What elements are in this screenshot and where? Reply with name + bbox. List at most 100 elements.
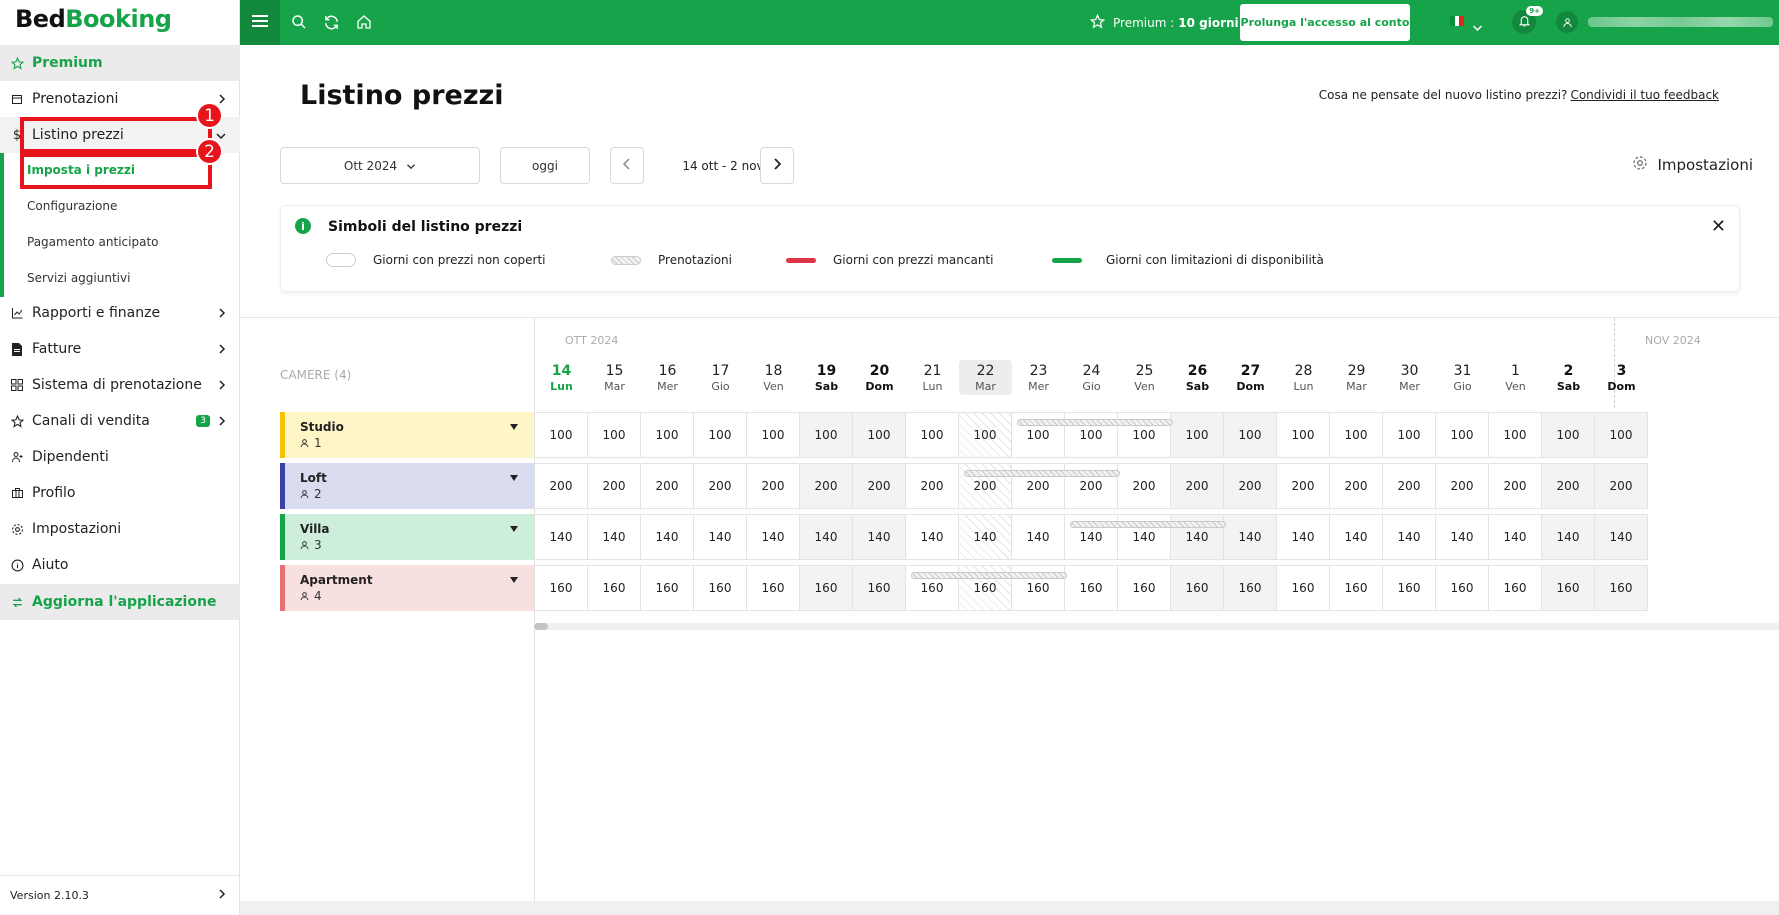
price-cell[interactable]: 100 — [1224, 412, 1277, 458]
day-header[interactable]: 21 Lun — [906, 363, 959, 393]
day-header[interactable]: 29 Mar — [1330, 363, 1383, 393]
price-cell[interactable]: 200 — [800, 463, 853, 509]
price-cell[interactable]: 160 — [588, 565, 641, 611]
price-cell[interactable]: 200 — [1277, 463, 1330, 509]
scroll-thumb[interactable] — [534, 623, 548, 630]
price-cell[interactable]: 100 — [747, 412, 800, 458]
price-cell[interactable]: 160 — [1542, 565, 1595, 611]
day-header[interactable]: 18 Ven — [747, 363, 800, 393]
notifications-button[interactable]: 9+ — [1512, 6, 1543, 34]
sidebar-item-profilo[interactable]: Profilo — [0, 475, 240, 511]
price-cell[interactable]: 140 — [1383, 514, 1436, 560]
booking-bar[interactable] — [964, 470, 1120, 477]
price-cell[interactable]: 160 — [1595, 565, 1648, 611]
price-cell[interactable]: 160 — [1065, 565, 1118, 611]
price-cell[interactable]: 100 — [1277, 412, 1330, 458]
price-cell[interactable]: 200 — [588, 463, 641, 509]
room-row-studio[interactable]: Studio 1 — [280, 412, 534, 458]
price-cell[interactable]: 140 — [906, 514, 959, 560]
day-header[interactable]: 27 Dom — [1224, 363, 1277, 393]
price-cell[interactable]: 200 — [1595, 463, 1648, 509]
day-header[interactable]: 31 Gio — [1436, 363, 1489, 393]
page-scrollbar[interactable] — [240, 901, 1779, 915]
price-cell[interactable]: 140 — [1277, 514, 1330, 560]
prev-period-button[interactable] — [610, 147, 644, 184]
price-cell[interactable]: 100 — [959, 412, 1012, 458]
price-cell[interactable]: 160 — [694, 565, 747, 611]
dropdown-icon[interactable] — [510, 475, 518, 481]
price-cell[interactable]: 100 — [1383, 412, 1436, 458]
price-cell[interactable]: 100 — [800, 412, 853, 458]
day-header[interactable]: 17 Gio — [694, 363, 747, 393]
price-cell[interactable]: 100 — [853, 412, 906, 458]
price-cell[interactable]: 100 — [641, 412, 694, 458]
price-cell[interactable]: 160 — [853, 565, 906, 611]
price-cell[interactable]: 140 — [1489, 514, 1542, 560]
price-cell[interactable]: 160 — [800, 565, 853, 611]
sidebar-upgrade-app[interactable]: Aggiorna l'applicazione — [0, 584, 240, 620]
feedback-link[interactable]: Condividi il tuo feedback — [1570, 88, 1719, 102]
price-cell[interactable]: 160 — [1224, 565, 1277, 611]
price-cell[interactable]: 100 — [1171, 412, 1224, 458]
extend-access-button[interactable]: Prolunga l'accesso al conto — [1240, 4, 1410, 41]
price-cell[interactable]: 100 — [1489, 412, 1542, 458]
price-cell[interactable]: 160 — [535, 565, 588, 611]
day-header[interactable]: 16 Mer — [641, 363, 694, 393]
price-cell[interactable]: 200 — [535, 463, 588, 509]
price-cell[interactable]: 160 — [1489, 565, 1542, 611]
price-cell[interactable]: 100 — [906, 412, 959, 458]
booking-bar[interactable] — [1017, 419, 1173, 426]
search-icon[interactable] — [290, 13, 308, 31]
price-cell[interactable]: 140 — [1224, 514, 1277, 560]
day-header[interactable]: 24 Gio — [1065, 363, 1118, 393]
month-select[interactable]: Ott 2024 — [280, 147, 480, 184]
day-header[interactable]: 25 Ven — [1118, 363, 1171, 393]
price-cell[interactable]: 140 — [694, 514, 747, 560]
price-cell[interactable]: 140 — [800, 514, 853, 560]
booking-bar[interactable] — [911, 572, 1067, 579]
price-cell[interactable]: 140 — [535, 514, 588, 560]
price-cell[interactable]: 100 — [588, 412, 641, 458]
refresh-icon[interactable] — [322, 13, 340, 31]
day-header[interactable]: 2 Sab — [1542, 363, 1595, 393]
day-header[interactable]: 19 Sab — [800, 363, 853, 393]
price-cell[interactable]: 160 — [641, 565, 694, 611]
user-name-blurred[interactable] — [1588, 17, 1773, 27]
sidebar-item-fatture[interactable]: Fatture — [0, 331, 240, 367]
price-cell[interactable]: 160 — [747, 565, 800, 611]
day-header[interactable]: 23 Mer — [1012, 363, 1065, 393]
chevron-down-icon[interactable] — [1472, 17, 1483, 36]
price-cell[interactable]: 160 — [1118, 565, 1171, 611]
price-cell[interactable]: 160 — [1383, 565, 1436, 611]
price-cell[interactable]: 140 — [1595, 514, 1648, 560]
sidebar-subitem-pagamento-anticipato[interactable]: Pagamento anticipato — [0, 224, 240, 260]
today-button[interactable]: oggi — [500, 147, 590, 184]
price-cell[interactable]: 200 — [641, 463, 694, 509]
dropdown-icon[interactable] — [510, 526, 518, 532]
price-cell[interactable]: 140 — [588, 514, 641, 560]
price-cell[interactable]: 200 — [1383, 463, 1436, 509]
price-cell[interactable]: 200 — [1171, 463, 1224, 509]
price-cell[interactable]: 140 — [747, 514, 800, 560]
price-cell[interactable]: 100 — [1595, 412, 1648, 458]
dropdown-icon[interactable] — [510, 424, 518, 430]
price-cell[interactable]: 200 — [853, 463, 906, 509]
home-icon[interactable] — [355, 13, 373, 31]
user-avatar[interactable] — [1556, 11, 1578, 33]
day-header[interactable]: 14 Lun — [535, 363, 588, 393]
day-header[interactable]: 22 Mar — [959, 360, 1012, 395]
sidebar-item-sistema-prenotazione[interactable]: Sistema di prenotazione — [0, 367, 240, 403]
sidebar-premium[interactable]: Premium — [0, 45, 240, 81]
settings-button[interactable]: Impostazioni — [1632, 155, 1753, 175]
price-cell[interactable]: 140 — [1436, 514, 1489, 560]
price-cell[interactable]: 160 — [1277, 565, 1330, 611]
price-cell[interactable]: 140 — [853, 514, 906, 560]
price-cell[interactable]: 140 — [1542, 514, 1595, 560]
price-cell[interactable]: 160 — [1171, 565, 1224, 611]
price-cell[interactable]: 100 — [535, 412, 588, 458]
price-cell[interactable]: 200 — [747, 463, 800, 509]
italian-flag-icon[interactable] — [1450, 16, 1465, 26]
day-header[interactable]: 3 Dom — [1595, 363, 1648, 393]
price-cell[interactable]: 100 — [1436, 412, 1489, 458]
price-cell[interactable]: 200 — [1330, 463, 1383, 509]
